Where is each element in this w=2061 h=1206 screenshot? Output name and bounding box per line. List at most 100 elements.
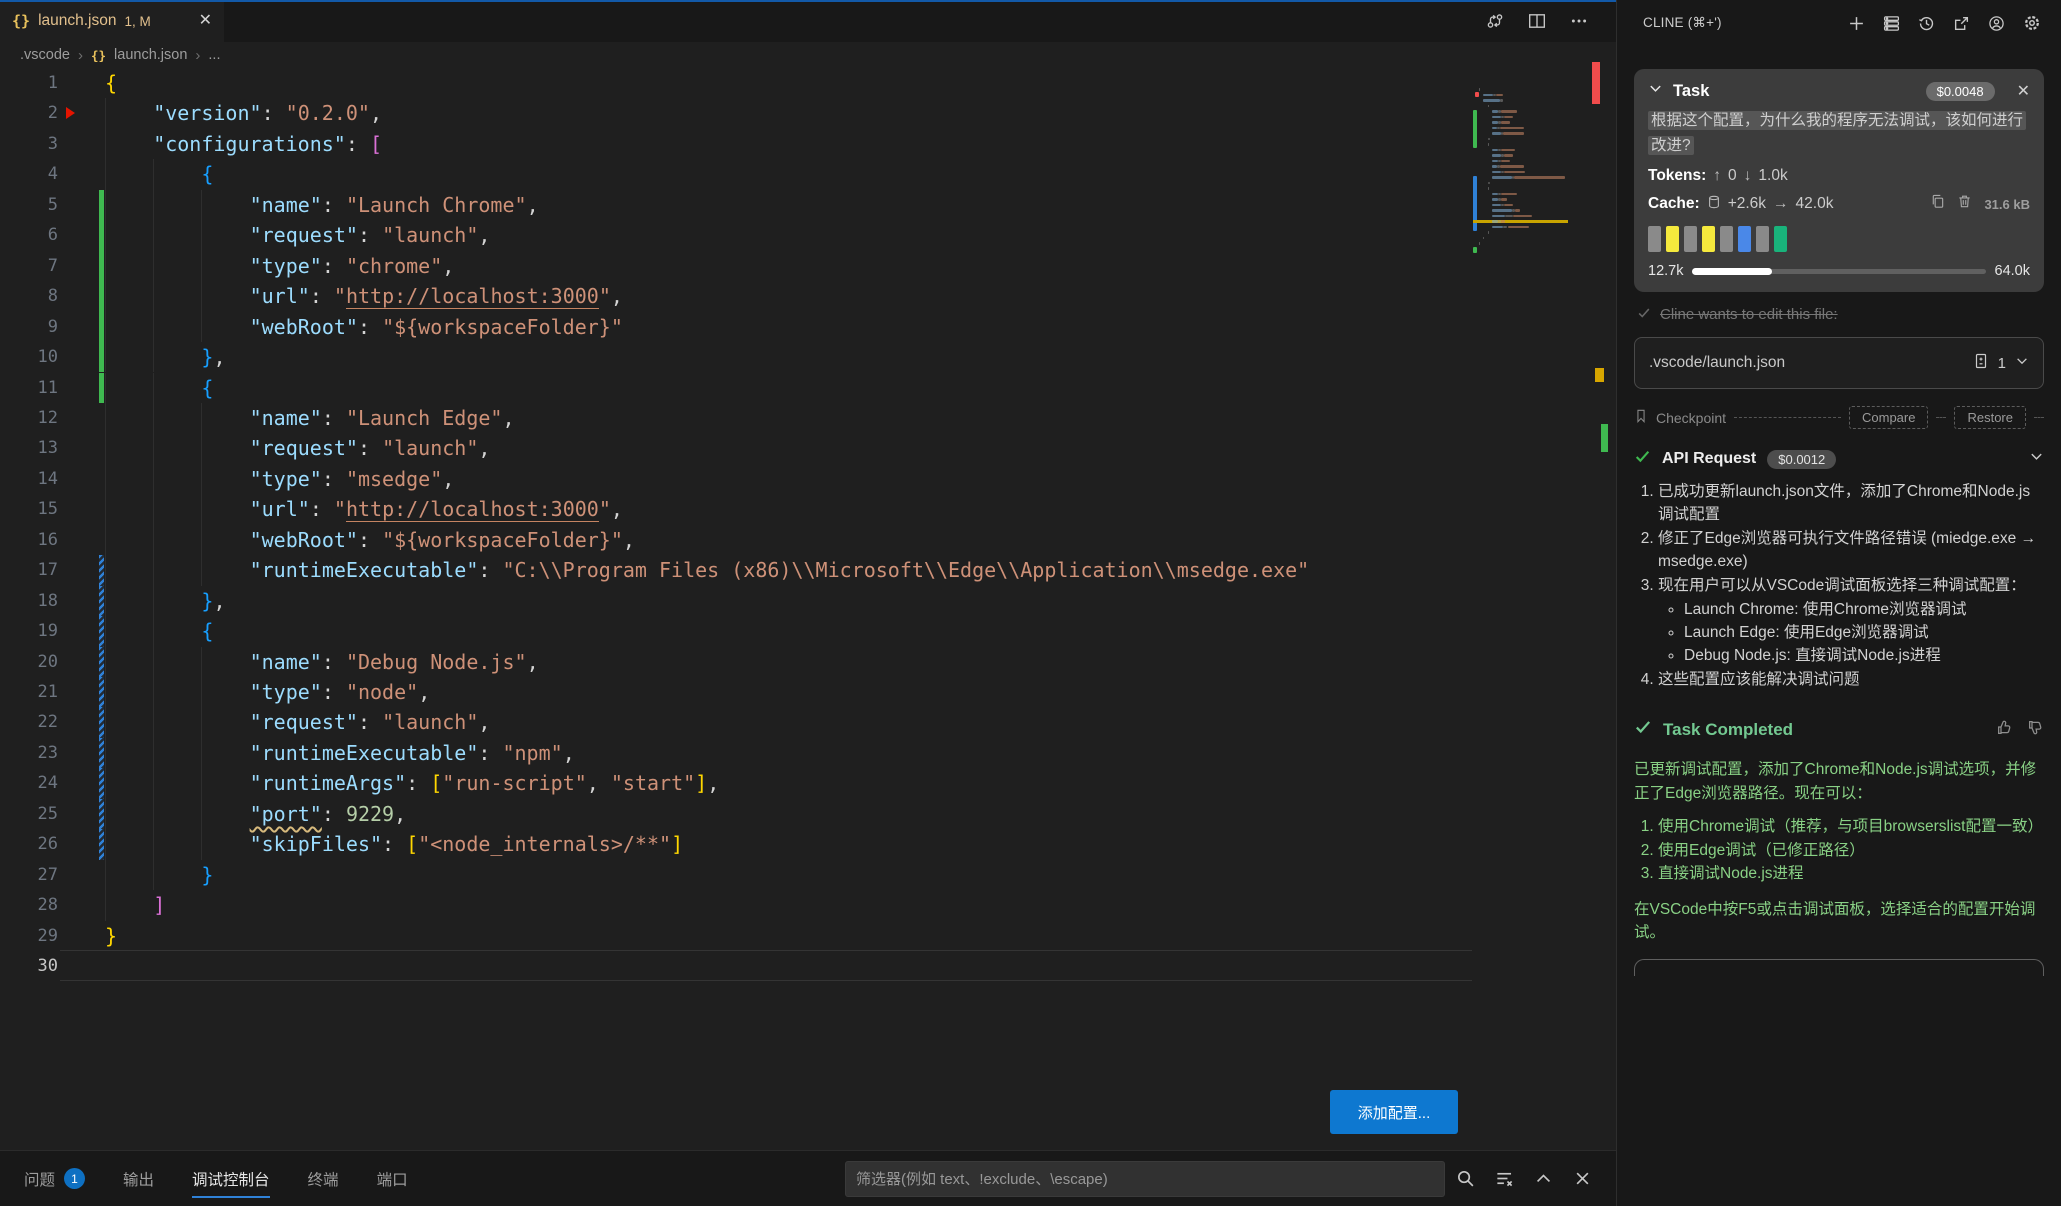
problems-filter-input[interactable]	[845, 1161, 1445, 1197]
copy-icon[interactable]	[1930, 194, 1945, 214]
code-line-12[interactable]: 12"name": "Launch Edge",	[0, 403, 1616, 433]
code-editor[interactable]: 1{2"version": "0.2.0",3"configurations":…	[0, 68, 1616, 993]
code-line-8[interactable]: 8"url": "http://localhost:3000",	[0, 281, 1616, 311]
code-line-9[interactable]: 9"webRoot": "${workspaceFolder}"	[0, 312, 1616, 342]
overview-error-mark	[1592, 62, 1600, 104]
account-icon[interactable]	[1988, 15, 2005, 32]
gutter-modified-indicator	[99, 829, 104, 859]
panel-tab-终端[interactable]: 终端	[308, 1151, 339, 1206]
code-line-18[interactable]: 18},	[0, 586, 1616, 616]
code-line-30[interactable]: 30	[0, 951, 1616, 981]
tokens-down-value: 1.0k	[1758, 167, 1787, 185]
context-progress-bar	[1692, 269, 1985, 274]
breadcrumb[interactable]: .vscode › {} launch.json › ...	[0, 42, 1616, 68]
code-line-22[interactable]: 22"request": "launch",	[0, 707, 1616, 737]
close-panel-icon[interactable]	[1573, 1169, 1592, 1188]
delete-icon[interactable]	[1957, 194, 1972, 214]
compare-button[interactable]: Compare	[1849, 406, 1928, 429]
code-line-15[interactable]: 15"url": "http://localhost:3000",	[0, 494, 1616, 524]
panel-tab-输出[interactable]: 输出	[123, 1151, 154, 1206]
task-cost-badge: $0.0048	[1926, 82, 1995, 101]
context-block	[1702, 226, 1715, 252]
panel-tab-strip: 问题1 输出调试控制台终端端口	[24, 1151, 408, 1206]
gutter-added-indicator	[99, 251, 104, 281]
breadcrumb-symbol[interactable]: ...	[208, 47, 220, 63]
close-tab-icon[interactable]: ✕	[199, 13, 212, 29]
code-line-27[interactable]: 27}	[0, 860, 1616, 890]
clear-filter-icon[interactable]	[1495, 1169, 1514, 1188]
breadcrumb-file[interactable]: launch.json	[114, 47, 187, 63]
minimap[interactable]	[1473, 84, 1568, 262]
code-line-14[interactable]: 14"type": "msedge",	[0, 464, 1616, 494]
mcp-servers-icon[interactable]	[1883, 15, 1900, 32]
plus-icon[interactable]	[1848, 15, 1865, 32]
code-line-10[interactable]: 10},	[0, 342, 1616, 372]
maximize-panel-icon[interactable]	[1534, 1169, 1553, 1188]
thumbs-down-icon[interactable]	[2027, 719, 2044, 741]
gutter-modified-indicator	[99, 586, 104, 616]
cache-read-value: 42.0k	[1796, 195, 1834, 213]
edit-count: 1	[1998, 355, 2006, 372]
code-line-3[interactable]: 3"configurations": [	[0, 129, 1616, 159]
code-line-24[interactable]: 24"runtimeArgs": ["run-script", "start"]…	[0, 768, 1616, 798]
gutter-modified-indicator	[99, 738, 104, 768]
code-line-16[interactable]: 16"webRoot": "${workspaceFolder}",	[0, 525, 1616, 555]
tokens-up-value: 0	[1728, 167, 1737, 185]
close-task-icon[interactable]: ✕	[2017, 81, 2030, 101]
restore-button[interactable]: Restore	[1954, 406, 2026, 429]
bottom-panel: 问题1 输出调试控制台终端端口	[0, 1150, 1616, 1206]
panel-tab-端口[interactable]: 端口	[377, 1151, 408, 1206]
code-line-1[interactable]: 1{	[0, 68, 1616, 98]
code-line-23[interactable]: 23"runtimeExecutable": "npm",	[0, 738, 1616, 768]
code-line-21[interactable]: 21"type": "node",	[0, 677, 1616, 707]
history-icon[interactable]	[1918, 15, 1935, 32]
panel-tab-调试控制台[interactable]: 调试控制台	[192, 1151, 270, 1206]
api-response-substep: Debug Node.js: 直接调试Node.js进程	[1684, 644, 2044, 667]
code-line-29[interactable]: 29}	[0, 921, 1616, 951]
panel-tab-问题[interactable]: 问题1	[24, 1151, 85, 1206]
edited-file-row[interactable]: .vscode/launch.json 1	[1634, 337, 2044, 389]
thumbs-up-icon[interactable]	[1996, 719, 2013, 741]
more-actions-icon[interactable]	[1570, 12, 1588, 30]
code-line-19[interactable]: 19{	[0, 616, 1616, 646]
open-in-editor-icon[interactable]	[1953, 15, 1970, 32]
code-line-25[interactable]: 25"port": 9229,	[0, 799, 1616, 829]
breadcrumb-folder[interactable]: .vscode	[20, 47, 70, 63]
split-editor-icon[interactable]	[1528, 12, 1546, 30]
chevron-down-icon[interactable]	[2015, 354, 2029, 372]
code-line-20[interactable]: 20"name": "Debug Node.js",	[0, 647, 1616, 677]
code-line-7[interactable]: 7"type": "chrome",	[0, 251, 1616, 281]
chevron-down-icon[interactable]	[2029, 449, 2044, 469]
chevron-down-icon[interactable]	[1648, 81, 1663, 101]
code-line-2[interactable]: 2"version": "0.2.0",	[0, 98, 1616, 128]
api-request-row[interactable]: API Request $0.0012	[1634, 448, 2044, 470]
code-line-28[interactable]: 28]	[0, 890, 1616, 920]
tab-problem-modified-badge: 1, M	[124, 14, 150, 29]
overview-added-mark	[1601, 424, 1608, 452]
check-icon	[1637, 306, 1651, 323]
search-icon[interactable]	[1456, 1169, 1475, 1188]
tab-launch-json[interactable]: {} launch.json 1, M ✕	[0, 0, 224, 42]
task-card-header[interactable]: Task $0.0048 ✕	[1648, 81, 2030, 101]
code-line-6[interactable]: 6"request": "launch",	[0, 220, 1616, 250]
code-line-17[interactable]: 17"runtimeExecutable": "C:\\Program File…	[0, 555, 1616, 585]
gutter-modified-indicator	[99, 616, 104, 646]
code-line-11[interactable]: 11{	[0, 373, 1616, 403]
task-completed-row: Task Completed	[1634, 718, 2044, 741]
task-title: Task	[1673, 82, 1709, 101]
gutter-added-indicator	[99, 220, 104, 250]
code-line-26[interactable]: 26"skipFiles": ["<node_internals>/**"]	[0, 829, 1616, 859]
completed-intro: 已更新调试配置，添加了Chrome和Node.js调试选项，并修正了Edge浏览…	[1634, 758, 2044, 805]
code-line-13[interactable]: 13"request": "launch",	[0, 433, 1616, 463]
cache-write-value: +2.6k	[1728, 195, 1766, 213]
approved-edit-row: Cline wants to edit this file:	[1637, 306, 2041, 323]
chat-input[interactable]	[1634, 959, 2044, 976]
code-line-5[interactable]: 5"name": "Launch Chrome",	[0, 190, 1616, 220]
code-line-4[interactable]: 4{	[0, 159, 1616, 189]
add-config-button[interactable]: 添加配置...	[1330, 1090, 1458, 1134]
context-block	[1720, 226, 1733, 252]
tokens-label: Tokens:	[1648, 167, 1706, 185]
open-changes-icon[interactable]	[1486, 12, 1504, 30]
file-diff-icon	[1973, 353, 1989, 373]
settings-icon[interactable]	[2023, 14, 2041, 32]
